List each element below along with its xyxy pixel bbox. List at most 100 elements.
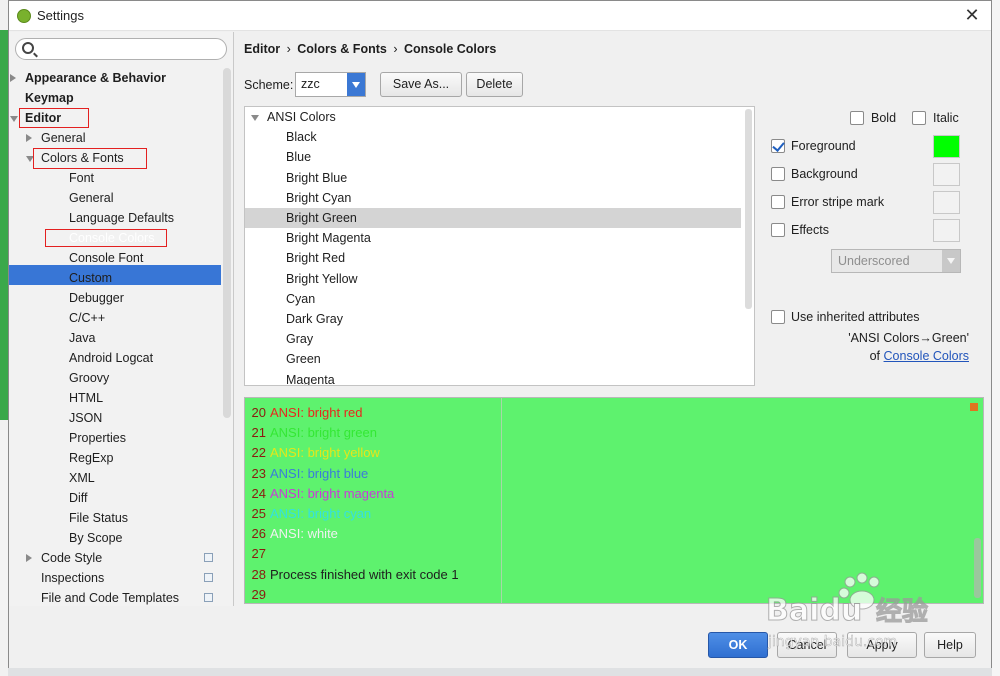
- sidebar-item-xml[interactable]: XML: [9, 468, 221, 488]
- sidebar-item-android-logcat[interactable]: Android Logcat: [9, 348, 221, 368]
- list-item-label: Bright Magenta: [286, 231, 371, 246]
- expand-arrow-icon[interactable]: [26, 134, 32, 142]
- list-item-label: Blue: [286, 150, 312, 165]
- scheme-select[interactable]: zzc: [295, 72, 366, 97]
- list-item-label: Dark Gray: [286, 312, 343, 326]
- list-item-cyan[interactable]: Cyan: [245, 289, 741, 309]
- expand-arrow-icon[interactable]: [10, 74, 16, 82]
- preview-text: ANSI: bright red: [270, 405, 363, 420]
- cancel-button[interactable]: Cancel: [777, 632, 837, 658]
- list-scrollbar[interactable]: [745, 109, 752, 309]
- delete-button[interactable]: Delete: [466, 72, 523, 97]
- preview-scrollbar[interactable]: [974, 538, 981, 598]
- save-as-button[interactable]: Save As...: [380, 72, 462, 97]
- sidebar-item-label: Appearance & Behavior: [25, 71, 167, 85]
- help-button[interactable]: Help: [924, 632, 976, 658]
- list-item-bright-red[interactable]: Bright Red: [245, 248, 741, 268]
- sidebar-item-appearance-behavior[interactable]: Appearance & Behavior: [9, 68, 221, 88]
- sidebar-item-code-style[interactable]: Code Style: [9, 548, 221, 568]
- list-item-bright-blue[interactable]: Bright Blue: [245, 168, 741, 188]
- sidebar-item-label: General: [69, 191, 114, 205]
- sidebar-item-c-c[interactable]: C/C++: [9, 308, 221, 328]
- preview-text: Process finished with exit code 1: [270, 566, 459, 582]
- foreground-color-swatch[interactable]: [933, 135, 960, 158]
- preview-line: 26 ANSI: white: [245, 524, 338, 544]
- error-stripe-color-swatch[interactable]: [933, 191, 960, 214]
- sidebar-item-regexp[interactable]: RegExp: [9, 448, 221, 468]
- sidebar-item-label: File and Code Templates: [41, 591, 180, 605]
- sidebar-item-custom[interactable]: Custom: [9, 268, 221, 288]
- list-item-label: Black: [286, 130, 317, 145]
- foreground-checkbox[interactable]: [771, 139, 785, 153]
- sidebar-item-json[interactable]: JSON: [9, 408, 221, 428]
- chevron-down-icon[interactable]: [347, 73, 365, 96]
- list-item-bright-green[interactable]: Bright Green: [245, 208, 741, 228]
- sidebar-item-label: File Status: [69, 511, 129, 525]
- sidebar-item-keymap[interactable]: Keymap: [9, 88, 221, 108]
- search-input[interactable]: [15, 38, 227, 60]
- sidebar-item-language-defaults[interactable]: Language Defaults: [9, 208, 221, 228]
- sidebar-item-label: By Scope: [69, 531, 123, 545]
- background-checkbox[interactable]: [771, 167, 785, 181]
- list-item-bright-yellow[interactable]: Bright Yellow: [245, 269, 741, 289]
- sidebar-scrollbar[interactable]: [223, 68, 231, 418]
- sidebar-item-label: RegExp: [69, 451, 114, 465]
- background-label: Background: [791, 167, 858, 181]
- expand-arrow-icon[interactable]: [251, 115, 259, 121]
- collapse-arrow-icon[interactable]: [10, 116, 18, 122]
- sidebar-item-groovy[interactable]: Groovy: [9, 368, 221, 388]
- apply-button[interactable]: Apply: [847, 632, 917, 658]
- list-item-blue[interactable]: Blue: [245, 147, 741, 167]
- effect-type-select[interactable]: Underscored: [831, 249, 961, 273]
- ok-button[interactable]: OK: [708, 632, 768, 658]
- sidebar-item-general[interactable]: General: [9, 188, 221, 208]
- italic-checkbox[interactable]: [912, 111, 926, 125]
- sidebar-item-properties[interactable]: Properties: [9, 428, 221, 448]
- sidebar-item-label: Language Defaults: [69, 211, 174, 225]
- list-item-ansi-colors[interactable]: ANSI Colors: [245, 107, 741, 127]
- sidebar-item-file-status[interactable]: File Status: [9, 508, 221, 528]
- preview-line: 25 ANSI: bright cyan: [245, 504, 372, 524]
- use-inherited-checkbox[interactable]: [771, 310, 785, 324]
- settings-content: Editor › Colors & Fonts › Console Colors…: [235, 32, 991, 606]
- annotation-highlight-box: [45, 229, 167, 247]
- sidebar-item-console-font[interactable]: Console Font: [9, 248, 221, 268]
- sidebar-item-java[interactable]: Java: [9, 328, 221, 348]
- list-item-bright-cyan[interactable]: Bright Cyan: [245, 188, 741, 208]
- background-color-swatch[interactable]: [933, 163, 960, 186]
- scheme-label: Scheme:: [244, 78, 294, 92]
- sidebar-item-label: XML: [69, 471, 95, 485]
- list-item-label: Bright Yellow: [286, 271, 358, 286]
- sidebar-item-file-and-code-templates[interactable]: File and Code Templates: [9, 588, 221, 608]
- line-number: 22: [251, 445, 266, 461]
- preview-text: ANSI: white: [270, 526, 338, 542]
- list-item-dark-gray[interactable]: Dark Gray: [245, 309, 741, 329]
- list-item-label: Bright Red: [286, 251, 346, 266]
- list-item-magenta[interactable]: Magenta: [245, 370, 741, 385]
- sidebar-item-label: Android Logcat: [69, 351, 154, 365]
- sidebar-item-inspections[interactable]: Inspections: [9, 568, 221, 588]
- expand-arrow-icon[interactable]: [26, 554, 32, 562]
- list-item-gray[interactable]: Gray: [245, 329, 741, 349]
- effects-checkbox[interactable]: [771, 223, 785, 237]
- sidebar-item-general[interactable]: General: [9, 128, 221, 148]
- preview-line: 27: [245, 544, 269, 564]
- error-stripe-checkbox[interactable]: [771, 195, 785, 209]
- close-icon[interactable]: ✕: [961, 5, 983, 27]
- sidebar-item-debugger[interactable]: Debugger: [9, 288, 221, 308]
- effects-color-swatch[interactable]: [933, 219, 960, 242]
- list-item-green[interactable]: Green: [245, 349, 741, 369]
- sidebar-item-font[interactable]: Font: [9, 168, 221, 188]
- sidebar-item-by-scope[interactable]: By Scope: [9, 528, 221, 548]
- sidebar-item-html[interactable]: HTML: [9, 388, 221, 408]
- console-colors-link[interactable]: Console Colors: [884, 349, 969, 363]
- list-item-black[interactable]: Black: [245, 127, 741, 147]
- sidebar-item-label: Groovy: [69, 371, 110, 385]
- list-item-label: Green: [286, 352, 321, 367]
- preview-text: ANSI: bright yellow: [270, 445, 380, 461]
- sidebar-item-diff[interactable]: Diff: [9, 488, 221, 508]
- list-item-bright-magenta[interactable]: Bright Magenta: [245, 228, 741, 248]
- breadcrumb-colors-fonts: Colors & Fonts: [297, 42, 387, 56]
- preview-line: 29: [245, 585, 269, 603]
- bold-checkbox[interactable]: [850, 111, 864, 125]
